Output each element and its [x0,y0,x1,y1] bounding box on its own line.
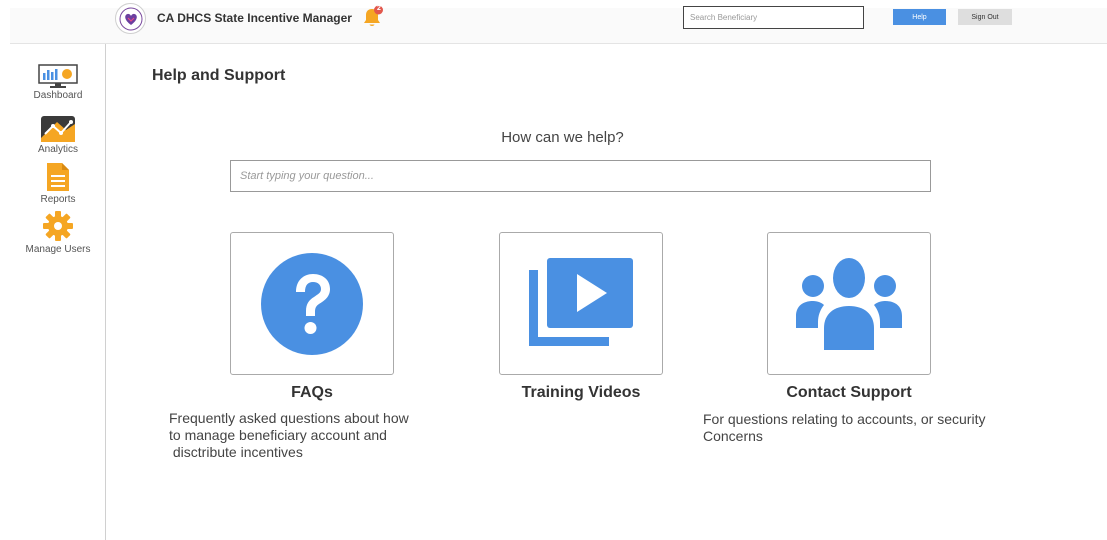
sidebar-item-label: Reports [40,194,76,205]
gear-icon [43,211,73,241]
page-title: Help and Support [152,67,286,84]
sidebar-item-label: Dashboard [33,90,83,101]
notification-badge: 2 [377,5,381,12]
users-group-icon [796,257,902,350]
contact-support-description-line: For questions relating to accounts, or s… [703,411,986,427]
faqs-title[interactable]: FAQs [230,384,394,402]
contact-support-card[interactable] [767,232,931,375]
sidebar-item-label: Manage Users [25,244,91,255]
help-button[interactable]: Help [893,9,946,25]
analytics-chart-icon [41,116,75,142]
app-logo[interactable] [115,3,146,34]
sidebar-item-reports[interactable]: Reports [10,162,106,205]
sidebar-item-label: Analytics [37,144,78,155]
training-videos-title[interactable]: Training Videos [499,384,663,402]
heart-logo-icon [119,7,142,30]
sidebar-item-manage-users[interactable]: Manage Users [10,210,106,255]
contact-support-description-line: Concerns [703,428,763,444]
notifications-button[interactable]: 2 [359,4,385,30]
help-heading: How can we help? [501,129,624,146]
question-circle-icon [261,252,363,355]
sidebar: Dashboard Analytics Reports Manage Users [10,44,106,540]
faqs-card[interactable] [230,232,394,375]
reports-document-icon [47,163,69,191]
video-library-icon [529,257,633,346]
search-beneficiary-input[interactable] [683,6,864,29]
training-videos-card[interactable] [499,232,663,375]
sidebar-item-analytics[interactable]: Analytics [10,116,106,155]
contact-support-title[interactable]: Contact Support [740,384,958,402]
app-title: CA DHCS State Incentive Manager [157,11,352,25]
sidebar-item-dashboard[interactable]: Dashboard [10,64,106,101]
faqs-description-line: disctribute incentives [169,444,303,460]
contact-support-description: For questions relating to accounts, or s… [703,411,1073,445]
dashboard-monitor-icon [38,64,78,88]
faqs-description-line: Frequently asked questions about how [169,410,409,426]
question-search-input[interactable] [230,160,931,192]
faqs-description: Frequently asked questions about how to … [169,410,489,461]
sign-out-button[interactable]: Sign Out [958,9,1012,25]
faqs-description-line: to manage beneficiary account and [169,427,387,443]
